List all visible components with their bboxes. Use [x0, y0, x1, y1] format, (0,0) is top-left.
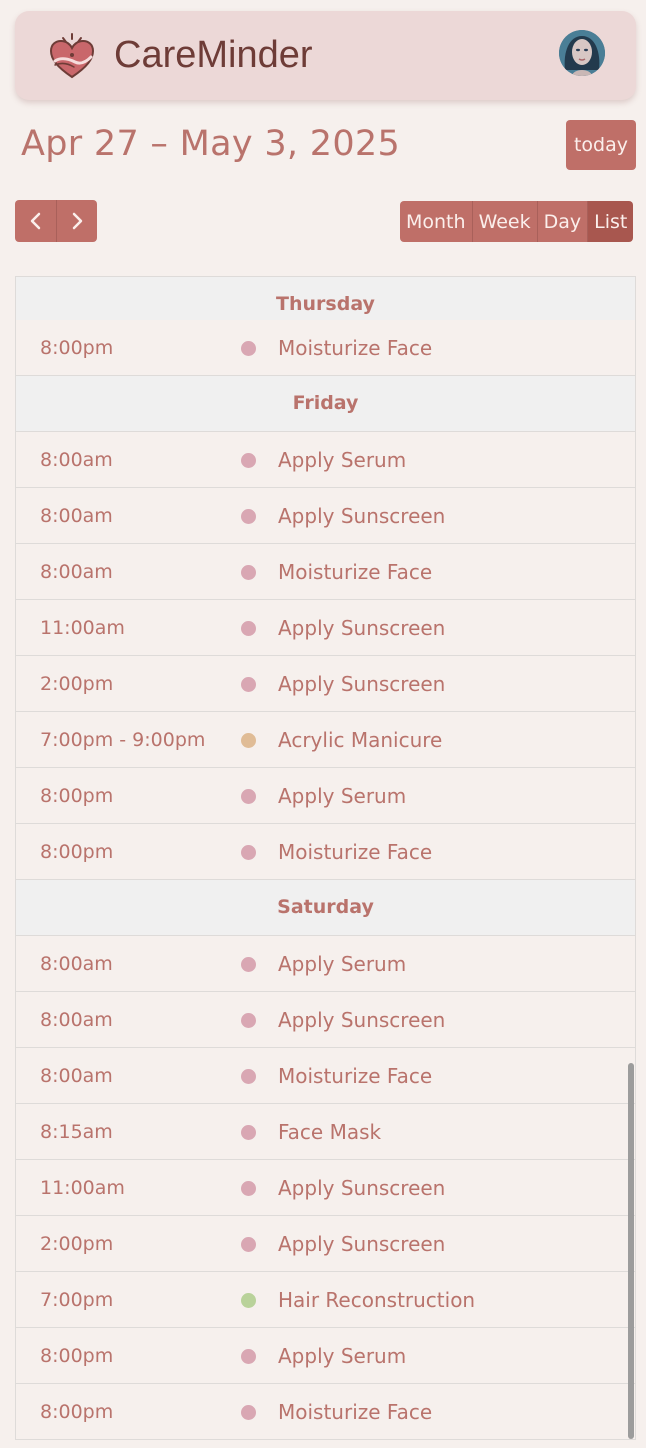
- event-time: 8:00pm: [40, 841, 114, 863]
- event-title[interactable]: Apply Sunscreen: [278, 600, 445, 656]
- today-button[interactable]: today: [566, 120, 636, 170]
- event-time: 8:15am: [40, 1121, 113, 1143]
- event-row[interactable]: 8:00pm Apply Serum: [16, 768, 635, 824]
- event-time: 8:00am: [40, 505, 113, 527]
- event-time: 8:00am: [40, 1009, 113, 1031]
- prev-button[interactable]: [15, 200, 56, 242]
- day-label: Friday: [292, 392, 359, 414]
- event-title[interactable]: Moisturize Face: [278, 320, 432, 376]
- event-color-dot: [241, 1013, 256, 1028]
- event-color-dot: [241, 621, 256, 636]
- event-row[interactable]: 8:00am Moisturize Face: [16, 1048, 635, 1104]
- event-title[interactable]: Apply Sunscreen: [278, 992, 445, 1048]
- event-time: 2:00pm: [40, 1233, 114, 1255]
- prev-next-group: [15, 200, 97, 242]
- event-time: 8:00am: [40, 953, 113, 975]
- event-color-dot: [241, 845, 256, 860]
- view-switcher: Month Week Day List: [400, 201, 634, 242]
- event-row[interactable]: 8:00pm Apply Serum: [16, 1328, 635, 1384]
- app-header: CareMinder: [15, 11, 636, 100]
- event-row[interactable]: 8:00pm Moisturize Face: [16, 824, 635, 880]
- event-time: 11:00am: [40, 617, 125, 639]
- chevron-left-icon: [30, 212, 40, 230]
- event-time: 8:00am: [40, 1065, 113, 1087]
- event-row[interactable]: 8:15am Face Mask: [16, 1104, 635, 1160]
- date-range-title: Apr 27 – May 3, 2025: [21, 124, 401, 164]
- event-time: 8:00am: [40, 561, 113, 583]
- event-row[interactable]: 7:00pm Hair Reconstruction: [16, 1272, 635, 1328]
- event-time: 8:00pm: [40, 785, 114, 807]
- scrollbar-thumb[interactable]: [628, 1063, 634, 1439]
- chevron-right-icon: [72, 212, 83, 230]
- event-color-dot: [241, 789, 256, 804]
- event-title[interactable]: Apply Sunscreen: [278, 488, 445, 544]
- event-title[interactable]: Apply Sunscreen: [278, 1160, 445, 1216]
- event-row[interactable]: 8:00pm Moisturize Face: [16, 320, 635, 376]
- event-row[interactable]: 7:00pm - 9:00pm Acrylic Manicure: [16, 712, 635, 768]
- event-time: 8:00pm: [40, 337, 114, 359]
- event-color-dot: [241, 733, 256, 748]
- app-title: CareMinder: [114, 34, 313, 76]
- event-title[interactable]: Moisturize Face: [278, 1384, 432, 1439]
- view-list-button[interactable]: List: [587, 201, 634, 242]
- event-color-dot: [241, 957, 256, 972]
- event-title[interactable]: Moisturize Face: [278, 1048, 432, 1104]
- event-color-dot: [241, 1293, 256, 1308]
- event-title[interactable]: Apply Serum: [278, 768, 406, 824]
- event-row[interactable]: 2:00pm Apply Sunscreen: [16, 656, 635, 712]
- event-color-dot: [241, 1349, 256, 1364]
- event-color-dot: [241, 1181, 256, 1196]
- event-time: 8:00pm: [40, 1401, 114, 1423]
- avatar-image: [559, 30, 605, 76]
- event-row[interactable]: 2:00pm Apply Sunscreen: [16, 1216, 635, 1272]
- event-row[interactable]: 8:00pm Moisturize Face: [16, 1384, 635, 1439]
- event-color-dot: [241, 341, 256, 356]
- user-avatar[interactable]: [559, 30, 605, 76]
- event-row[interactable]: 8:00am Apply Serum: [16, 936, 635, 992]
- event-title[interactable]: Apply Sunscreen: [278, 656, 445, 712]
- event-row[interactable]: 8:00am Apply Sunscreen: [16, 488, 635, 544]
- event-color-dot: [241, 509, 256, 524]
- event-color-dot: [241, 453, 256, 468]
- event-time: 7:00pm: [40, 1289, 114, 1311]
- event-row[interactable]: 8:00am Apply Sunscreen: [16, 992, 635, 1048]
- event-title[interactable]: Apply Serum: [278, 936, 406, 992]
- view-month-button[interactable]: Month: [400, 201, 472, 242]
- event-row[interactable]: 11:00am Apply Sunscreen: [16, 1160, 635, 1216]
- day-header-friday: Friday: [16, 376, 635, 432]
- event-title[interactable]: Moisturize Face: [278, 824, 432, 880]
- event-row[interactable]: 8:00am Moisturize Face: [16, 544, 635, 600]
- day-header-saturday: Saturday: [16, 880, 635, 936]
- event-time: 2:00pm: [40, 673, 114, 695]
- event-row[interactable]: 11:00am Apply Sunscreen: [16, 600, 635, 656]
- event-time: 7:00pm - 9:00pm: [40, 729, 206, 751]
- event-title[interactable]: Hair Reconstruction: [278, 1272, 475, 1328]
- event-time: 8:00am: [40, 449, 113, 471]
- heart-hands-icon: [49, 33, 95, 79]
- event-title[interactable]: Face Mask: [278, 1104, 381, 1160]
- event-title[interactable]: Acrylic Manicure: [278, 712, 442, 768]
- event-title[interactable]: Moisturize Face: [278, 544, 432, 600]
- event-time: 11:00am: [40, 1177, 125, 1199]
- event-title[interactable]: Apply Serum: [278, 1328, 406, 1384]
- event-color-dot: [241, 565, 256, 580]
- view-week-button[interactable]: Week: [471, 201, 537, 242]
- event-color-dot: [241, 1237, 256, 1252]
- event-title[interactable]: Apply Sunscreen: [278, 1216, 445, 1272]
- event-color-dot: [241, 677, 256, 692]
- event-row[interactable]: 8:00am Apply Serum: [16, 432, 635, 488]
- view-day-button[interactable]: Day: [536, 201, 588, 242]
- event-list[interactable]: Thursday 8:00pm Moisturize Face Friday 8:…: [15, 276, 636, 1440]
- event-time: 8:00pm: [40, 1345, 114, 1367]
- day-label: Saturday: [277, 896, 374, 918]
- event-title[interactable]: Apply Serum: [278, 432, 406, 488]
- next-button[interactable]: [56, 200, 97, 242]
- event-color-dot: [241, 1069, 256, 1084]
- event-color-dot: [241, 1405, 256, 1420]
- event-color-dot: [241, 1125, 256, 1140]
